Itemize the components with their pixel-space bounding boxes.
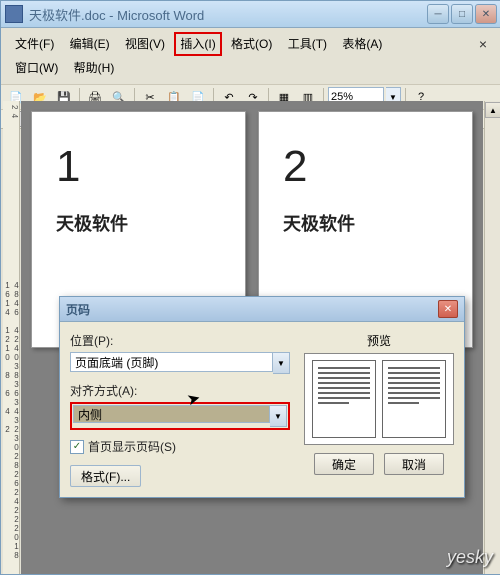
preview-page-right — [382, 360, 446, 438]
side-numbers: 4846 42403836343230282624222018 1614 121… — [3, 281, 21, 574]
menu-tools[interactable]: 工具(T) — [282, 32, 333, 56]
menu-table[interactable]: 表格(A) — [336, 32, 388, 56]
format-button[interactable]: 格式(F)... — [70, 465, 141, 487]
preview-page-left — [312, 360, 376, 438]
position-select[interactable]: 页面底端 (页脚) — [70, 352, 273, 372]
ok-button[interactable]: 确定 — [314, 453, 374, 475]
dialog-close-icon[interactable]: ✕ — [438, 300, 458, 318]
cancel-button[interactable]: 取消 — [384, 453, 444, 475]
scrollbar-vertical[interactable]: ▲ — [484, 101, 500, 574]
doc-close-icon[interactable]: × — [473, 32, 493, 56]
chevron-down-icon[interactable]: ▼ — [273, 352, 290, 374]
preview-label: 预览 — [304, 332, 454, 349]
menu-insert[interactable]: 插入(I) — [174, 32, 221, 56]
close-button[interactable]: ✕ — [475, 4, 497, 24]
menubar: 文件(F) 编辑(E) 视图(V) 插入(I) 格式(O) 工具(T) 表格(A… — [1, 28, 500, 84]
align-label: 对齐方式(A): — [70, 382, 290, 399]
preview-box — [304, 353, 454, 445]
page-number-dialog: 页码 ✕ 位置(P): 页面底端 (页脚) ▼ 对齐方式(A): 内侧 ▼ ✓ — [59, 296, 465, 498]
menu-view[interactable]: 视图(V) — [119, 32, 171, 56]
page-number: 2 — [283, 142, 448, 192]
menu-help[interactable]: 帮助(H) — [68, 56, 121, 80]
menu-file[interactable]: 文件(F) — [9, 32, 60, 56]
chevron-down-icon[interactable]: ▼ — [270, 405, 287, 427]
first-page-label: 首页显示页码(S) — [88, 438, 176, 455]
menu-edit[interactable]: 编辑(E) — [64, 32, 116, 56]
align-select[interactable]: 内侧 — [73, 405, 270, 423]
first-page-checkbox[interactable]: ✓ — [70, 440, 84, 454]
scroll-up-icon[interactable]: ▲ — [485, 102, 500, 118]
page-text: 天极软件 — [283, 210, 448, 236]
window-title: 天极软件.doc - Microsoft Word — [29, 5, 427, 24]
titlebar: 天极软件.doc - Microsoft Word ─ □ ✕ — [1, 1, 500, 28]
dialog-title: 页码 — [66, 301, 438, 318]
position-label: 位置(P): — [70, 332, 290, 349]
minimize-button[interactable]: ─ — [427, 4, 449, 24]
page-number: 1 — [56, 142, 221, 192]
menu-window[interactable]: 窗口(W) — [9, 56, 64, 80]
maximize-button[interactable]: □ — [451, 4, 473, 24]
page-text: 天极软件 — [56, 210, 221, 236]
app-icon — [5, 5, 23, 23]
menu-format[interactable]: 格式(O) — [225, 32, 278, 56]
